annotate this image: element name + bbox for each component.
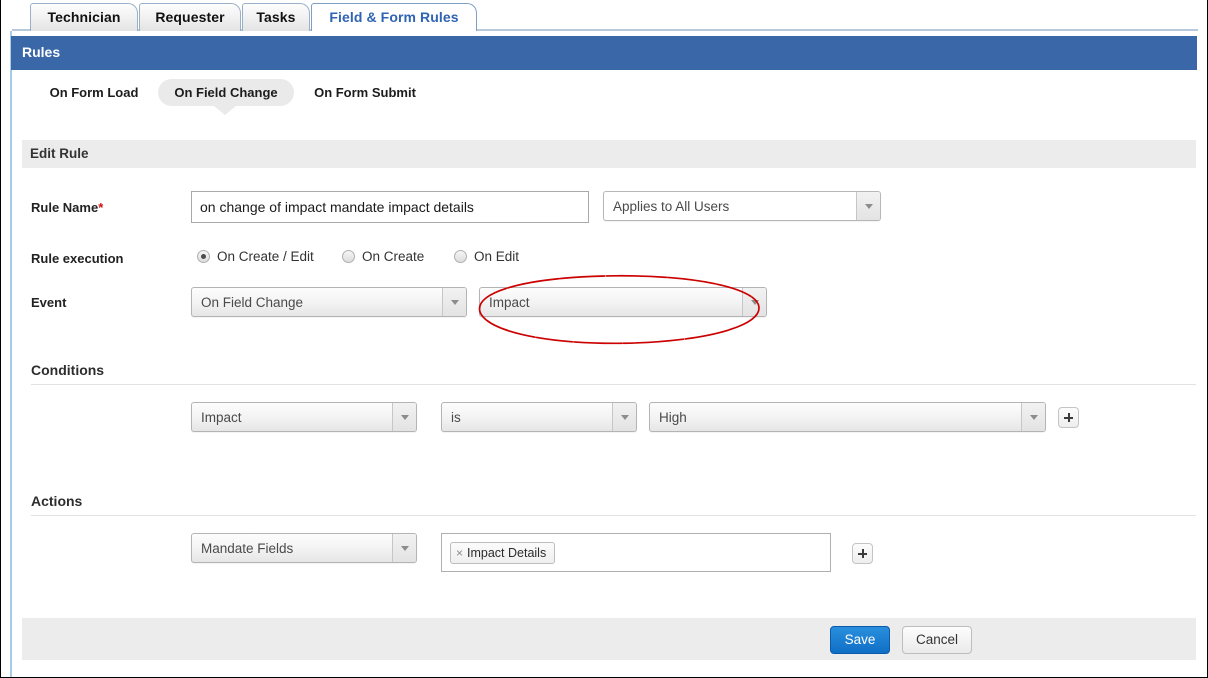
- rule-execution-label: Rule execution: [31, 251, 123, 266]
- tab-field-and-form-rules[interactable]: Field & Form Rules: [311, 3, 477, 31]
- condition-value-value: High: [659, 403, 1019, 432]
- chevron-down-icon[interactable]: [392, 403, 416, 431]
- page-title: Rules: [22, 44, 60, 60]
- action-fields-multiselect[interactable]: × Impact Details: [441, 533, 831, 572]
- subnav-item-on-field-change[interactable]: On Field Change: [158, 79, 294, 106]
- applies-to-dropdown[interactable]: Applies to All Users: [603, 191, 881, 221]
- conditions-divider: [31, 384, 1196, 385]
- radio-label-on-edit[interactable]: On Edit: [474, 249, 519, 264]
- save-button[interactable]: Save: [830, 626, 890, 654]
- cancel-button[interactable]: Cancel: [902, 626, 972, 654]
- action-type-value: Mandate Fields: [201, 534, 390, 563]
- required-asterisk: *: [98, 200, 103, 215]
- event-field-value: Impact: [489, 288, 740, 317]
- event-trigger-value: On Field Change: [201, 288, 440, 317]
- edit-rule-header: Edit Rule: [22, 140, 1196, 168]
- applies-to-value: Applies to All Users: [613, 192, 854, 221]
- radio-on-edit[interactable]: [454, 250, 467, 263]
- radio-label-on-create[interactable]: On Create: [362, 249, 424, 264]
- event-label: Event: [31, 295, 66, 310]
- radio-on-create-edit[interactable]: [197, 250, 210, 263]
- page-right-border: [1196, 31, 1197, 677]
- subnav-selected-pointer: [214, 106, 236, 115]
- action-type-dropdown[interactable]: Mandate Fields: [191, 533, 417, 563]
- condition-operator-value: is: [451, 403, 610, 432]
- radio-on-create[interactable]: [342, 250, 355, 263]
- rule-name-label: Rule Name*: [31, 200, 103, 215]
- app-window: Technician Requester Tasks Field & Form …: [0, 0, 1208, 678]
- subnav-item-on-form-load[interactable]: On Form Load: [34, 79, 154, 106]
- rule-name-input[interactable]: on change of impact mandate impact detai…: [191, 191, 589, 223]
- add-condition-button[interactable]: [1058, 407, 1079, 428]
- add-action-button[interactable]: [852, 543, 873, 564]
- chevron-down-icon[interactable]: [1021, 403, 1045, 431]
- condition-field-dropdown[interactable]: Impact: [191, 402, 417, 432]
- edit-rule-title: Edit Rule: [30, 146, 89, 161]
- chevron-down-icon[interactable]: [392, 534, 416, 562]
- chevron-down-icon[interactable]: [742, 288, 766, 316]
- event-field-dropdown[interactable]: Impact: [479, 287, 767, 317]
- chip-label: Impact Details: [467, 546, 546, 560]
- chevron-down-icon[interactable]: [612, 403, 636, 431]
- condition-operator-dropdown[interactable]: is: [441, 402, 637, 432]
- subnav-item-on-form-submit[interactable]: On Form Submit: [301, 79, 429, 106]
- condition-value-dropdown[interactable]: High: [649, 402, 1046, 432]
- page-title-bar: Rules: [11, 36, 1197, 70]
- chevron-down-icon[interactable]: [442, 288, 466, 316]
- actions-divider: [31, 515, 1196, 516]
- tab-technician[interactable]: Technician: [30, 3, 138, 31]
- event-trigger-dropdown[interactable]: On Field Change: [191, 287, 467, 317]
- form-footer: Save Cancel: [22, 618, 1196, 660]
- rules-subnav: On Form Load On Field Change On Form Sub…: [12, 70, 1196, 125]
- radio-label-on-create-edit[interactable]: On Create / Edit: [217, 249, 314, 264]
- edit-rule-form: Rule Name* on change of impact mandate i…: [12, 168, 1196, 610]
- tab-bar: Technician Requester Tasks Field & Form …: [1, 0, 1207, 31]
- actions-title: Actions: [31, 493, 82, 509]
- chip-impact-details[interactable]: × Impact Details: [450, 542, 555, 564]
- rule-name-label-text: Rule Name: [31, 200, 98, 215]
- tab-tasks[interactable]: Tasks: [242, 3, 310, 31]
- condition-field-value: Impact: [201, 403, 390, 432]
- conditions-title: Conditions: [31, 362, 104, 378]
- close-icon[interactable]: ×: [456, 546, 463, 560]
- tab-requester[interactable]: Requester: [139, 3, 241, 31]
- chevron-down-icon[interactable]: [856, 192, 880, 220]
